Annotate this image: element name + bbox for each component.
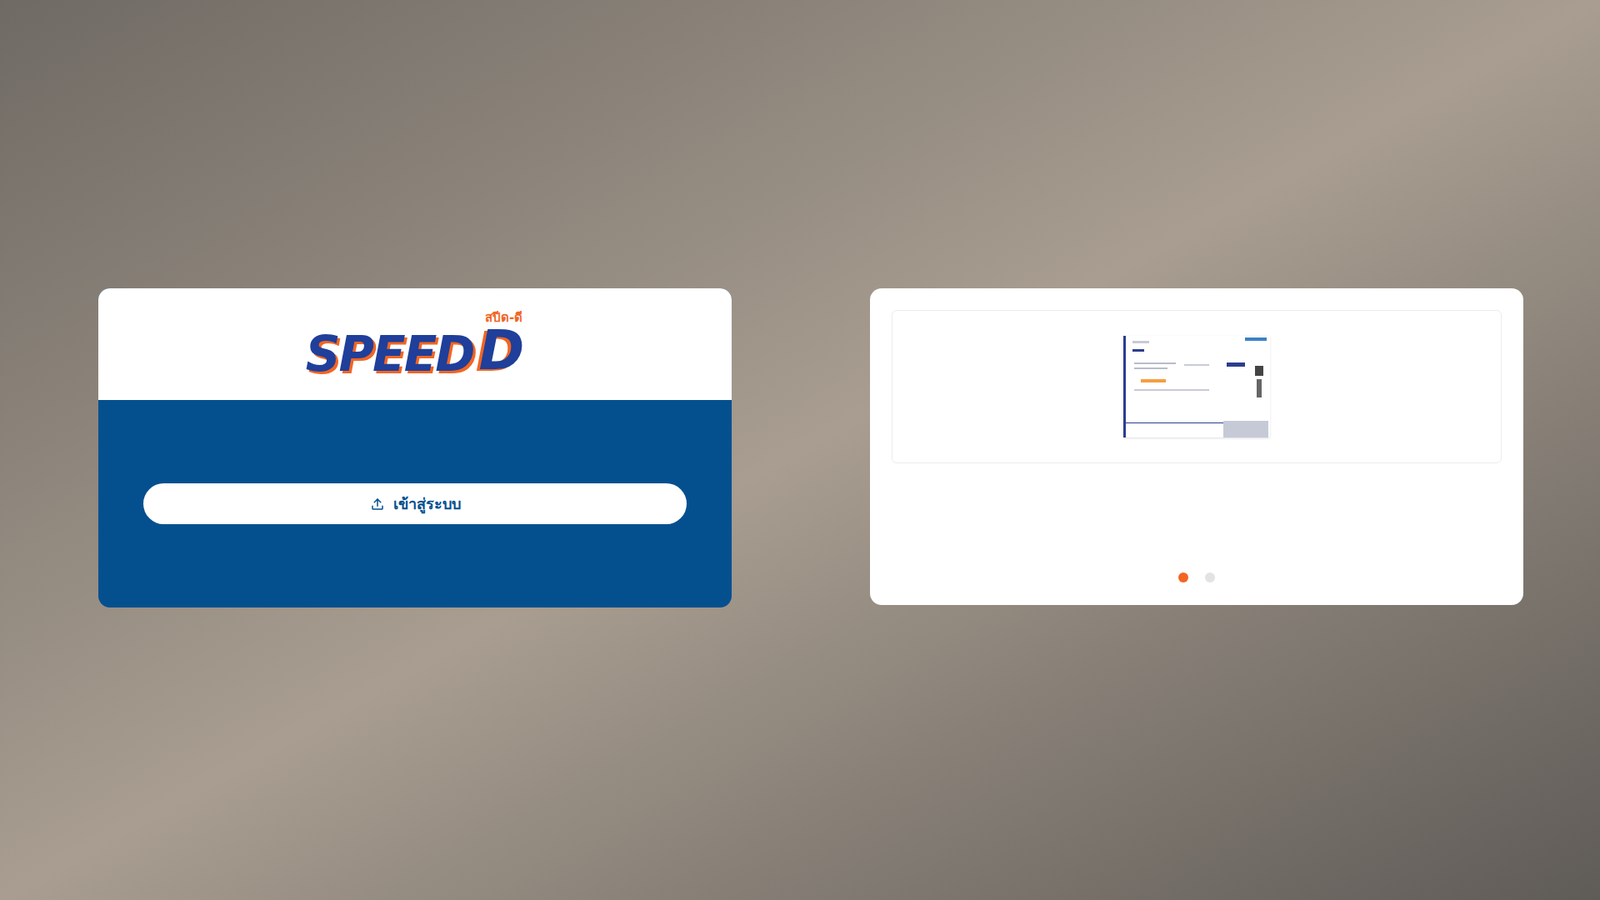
login-button[interactable]: เข้าสู่ระบบ <box>143 483 687 525</box>
upload-icon <box>370 496 385 512</box>
logo-thai: สปีด-ดี <box>485 308 523 328</box>
speed-d-logo: SPEEDDสปีด-ดี <box>305 310 525 379</box>
login-label: เข้าสู่ระบบ <box>393 492 461 515</box>
carousel-slide <box>891 310 1502 464</box>
carousel-dots <box>891 572 1502 583</box>
carousel-dot[interactable] <box>1178 572 1189 583</box>
carousel-dot[interactable] <box>1205 572 1215 583</box>
document-preview <box>1123 335 1270 438</box>
login-page: SPEEDDสปีด-ดี เข้าสู่ระบบ <box>0 0 1600 900</box>
logo-text: SPEED <box>305 330 475 379</box>
logo-letter: D <box>478 323 525 379</box>
login-card: SPEEDDสปีด-ดี เข้าสู่ระบบ <box>98 288 732 608</box>
logo-area: SPEEDDสปีด-ดี <box>98 288 732 400</box>
carousel-card <box>870 288 1524 605</box>
